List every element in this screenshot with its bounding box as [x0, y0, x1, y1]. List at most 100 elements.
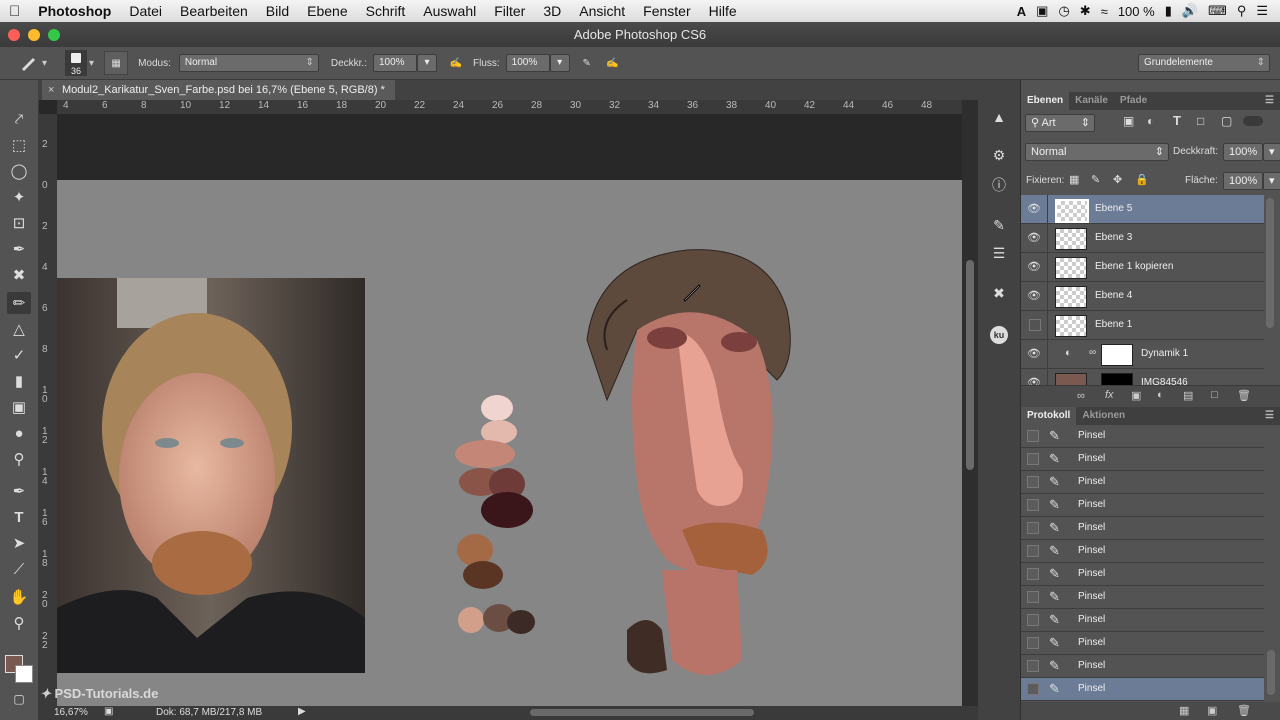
- tab-pfade[interactable]: Pfade: [1114, 92, 1153, 110]
- history-source-checkbox[interactable]: [1027, 683, 1039, 695]
- history-source-checkbox[interactable]: [1027, 430, 1039, 442]
- lock-transparency-icon[interactable]: ▦: [1069, 173, 1079, 186]
- history-brush-tool-icon[interactable]: ✓: [7, 344, 31, 366]
- hidden-visibility-box[interactable]: [1029, 319, 1041, 331]
- layer-mask-thumbnail[interactable]: [1101, 344, 1133, 366]
- history-state[interactable]: ✎ Pinsel: [1021, 425, 1264, 448]
- status-menu-icon[interactable]: ▣: [104, 706, 113, 717]
- canvas-vertical-scrollbar[interactable]: [962, 100, 978, 706]
- history-panel-menu-icon[interactable]: ☰: [1265, 407, 1280, 425]
- document-canvas[interactable]: [57, 180, 962, 706]
- menu-ansicht[interactable]: Ansicht: [570, 3, 634, 19]
- layer-row-ebene-1[interactable]: Ebene 1: [1021, 311, 1264, 340]
- keyboard-icon[interactable]: ⌨: [1208, 3, 1227, 19]
- filter-adjustment-icon[interactable]: ◐: [1147, 114, 1154, 128]
- airbrush-icon[interactable]: ✎: [576, 52, 598, 74]
- layers-scrollbar-thumb[interactable]: [1266, 198, 1274, 328]
- crop-tool-icon[interactable]: ⊡: [7, 212, 31, 234]
- wifi-icon[interactable]: ≈: [1101, 4, 1108, 19]
- healing-brush-tool-icon[interactable]: ✖: [7, 264, 31, 286]
- layer-style-icon[interactable]: fx: [1105, 389, 1114, 401]
- history-state[interactable]: ✎ Pinsel: [1021, 632, 1264, 655]
- history-state[interactable]: ✎ Pinsel: [1021, 517, 1264, 540]
- time-machine-icon[interactable]: ◷: [1058, 3, 1069, 19]
- history-state[interactable]: ✎ Pinsel: [1021, 678, 1264, 701]
- menu-bearbeiten[interactable]: Bearbeiten: [171, 3, 257, 19]
- menu-fenster[interactable]: Fenster: [634, 3, 699, 19]
- adjustments-panel-icon[interactable]: ☰: [988, 242, 1010, 264]
- menu-app[interactable]: Photoshop: [29, 3, 120, 19]
- filter-type-icon[interactable]: T: [1173, 113, 1181, 128]
- new-adjustment-icon[interactable]: ◐: [1157, 389, 1164, 401]
- menu-datei[interactable]: Datei: [120, 3, 171, 19]
- visibility-eye-icon[interactable]: 👁: [1027, 289, 1041, 303]
- zoom-level[interactable]: 16,67%: [54, 707, 88, 718]
- channels-panel-icon[interactable]: ⚙: [988, 144, 1010, 166]
- info-panel-icon[interactable]: ⓘ: [988, 174, 1010, 196]
- vertical-scroll-thumb[interactable]: [966, 260, 974, 470]
- canvas-area[interactable]: [57, 114, 962, 706]
- visibility-eye-icon[interactable]: 👁: [1027, 376, 1041, 385]
- history-state[interactable]: ✎ Pinsel: [1021, 563, 1264, 586]
- layer-row-ebene-3[interactable]: 👁 Ebene 3: [1021, 224, 1264, 253]
- history-scrollbar-thumb[interactable]: [1267, 650, 1275, 695]
- dodge-tool-icon[interactable]: ⚲: [7, 448, 31, 470]
- move-tool-icon[interactable]: ⤤: [7, 108, 31, 130]
- marquee-tool-icon[interactable]: ⬚: [7, 134, 31, 156]
- history-state[interactable]: ✎ Pinsel: [1021, 471, 1264, 494]
- lock-all-icon[interactable]: 🔒: [1135, 173, 1149, 186]
- filter-shape-icon[interactable]: □: [1197, 114, 1204, 128]
- mode-select[interactable]: Normal ⇕: [178, 54, 319, 72]
- visibility-eye-icon[interactable]: 👁: [1027, 347, 1041, 361]
- battery-label[interactable]: 100 %: [1118, 4, 1155, 19]
- status-arrow-icon[interactable]: ▶: [298, 706, 306, 717]
- history-state[interactable]: ✎ Pinsel: [1021, 448, 1264, 471]
- filter-smart-object-icon[interactable]: ▢: [1221, 114, 1232, 128]
- layer-mask-thumbnail[interactable]: [1101, 373, 1133, 385]
- blend-mode-select[interactable]: Normal ⇕: [1025, 143, 1169, 161]
- pen-tool-icon[interactable]: ✒: [7, 480, 31, 502]
- layers-panel-menu-icon[interactable]: ☰: [1265, 92, 1280, 110]
- type-tool-icon[interactable]: T: [7, 506, 31, 528]
- blur-tool-icon[interactable]: ●: [7, 422, 31, 444]
- flow-input[interactable]: 100%: [505, 54, 550, 72]
- menu-3d[interactable]: 3D: [534, 3, 570, 19]
- layer-row-img[interactable]: 👁 IMG84546: [1021, 369, 1264, 385]
- battery-icon[interactable]: ▮: [1165, 3, 1172, 19]
- history-source-checkbox[interactable]: [1027, 453, 1039, 465]
- layer-fill-dropdown[interactable]: ▾: [1263, 172, 1280, 190]
- tab-protokoll[interactable]: Protokoll: [1021, 407, 1077, 425]
- history-state[interactable]: ✎ Pinsel: [1021, 655, 1264, 678]
- pressure-size-icon[interactable]: ✍: [602, 52, 624, 74]
- line-tool-icon[interactable]: ⟋: [7, 558, 31, 580]
- filter-pixel-icon[interactable]: ▣: [1123, 114, 1134, 128]
- history-source-checkbox[interactable]: [1027, 522, 1039, 534]
- tool-presets-panel-icon[interactable]: ✖: [988, 282, 1010, 304]
- menu-auswahl[interactable]: Auswahl: [414, 3, 485, 19]
- notifications-icon[interactable]: ☰: [1256, 3, 1268, 19]
- opacity-input[interactable]: 100%: [372, 54, 417, 72]
- opacity-dropdown[interactable]: ▾: [416, 54, 437, 72]
- screen-record-icon[interactable]: ▣: [1036, 3, 1048, 19]
- filter-toggle[interactable]: [1243, 116, 1263, 126]
- tab-kanaele[interactable]: Kanäle: [1069, 92, 1114, 110]
- bluetooth-icon[interactable]: ✱: [1080, 3, 1091, 19]
- lasso-tool-icon[interactable]: ◯: [7, 160, 31, 182]
- eyedropper-tool-icon[interactable]: ✒: [7, 238, 31, 260]
- visibility-eye-icon[interactable]: 👁: [1027, 202, 1041, 216]
- new-document-from-state-icon[interactable]: ▦: [1179, 704, 1189, 717]
- link-layers-icon[interactable]: ∞: [1077, 390, 1085, 402]
- gradient-tool-icon[interactable]: ▣: [7, 396, 31, 418]
- history-source-checkbox[interactable]: [1027, 660, 1039, 672]
- lock-position-icon[interactable]: ✥: [1113, 173, 1122, 186]
- clone-stamp-tool-icon[interactable]: △: [7, 318, 31, 340]
- delete-layer-icon[interactable]: 🗑: [1237, 389, 1251, 402]
- close-window-button[interactable]: [8, 29, 20, 41]
- path-selection-tool-icon[interactable]: ➤: [7, 532, 31, 554]
- history-state[interactable]: ✎ Pinsel: [1021, 609, 1264, 632]
- history-source-checkbox[interactable]: [1027, 591, 1039, 603]
- quick-mask-icon[interactable]: ▢: [7, 688, 31, 710]
- brush-panel-icon[interactable]: ▦: [104, 51, 129, 75]
- preset-dropdown-icon[interactable]: ▾: [42, 58, 47, 69]
- menu-ebene[interactable]: Ebene: [298, 3, 356, 19]
